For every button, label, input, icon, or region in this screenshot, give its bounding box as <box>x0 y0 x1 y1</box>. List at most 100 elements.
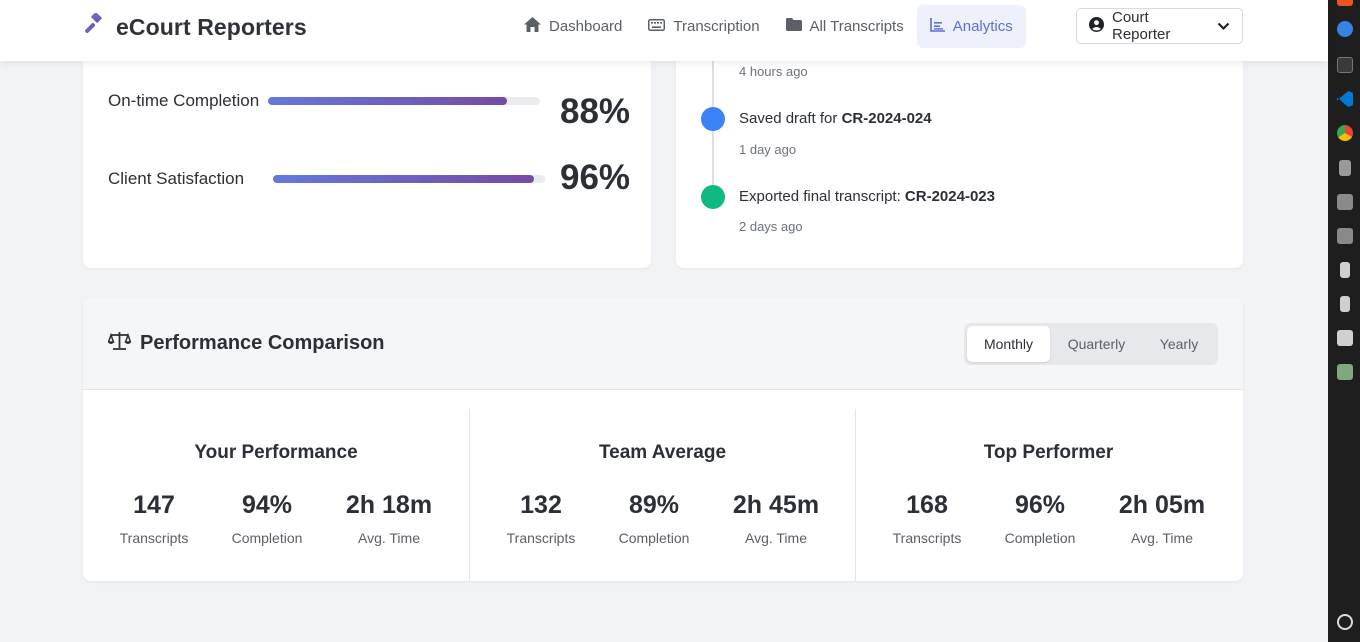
stat-completion: 96% Completion <box>1002 491 1078 546</box>
period-monthly-button[interactable]: Monthly <box>967 326 1050 362</box>
vscode-icon[interactable] <box>1337 91 1353 107</box>
stat-value: 2h 18m <box>345 491 433 519</box>
activity-text[interactable]: Exported final transcript: CR-2024-023 <box>739 188 995 205</box>
drive-icon[interactable] <box>1339 160 1351 176</box>
period-toggle: Monthly Quarterly Yearly <box>964 323 1218 365</box>
nav-transcription[interactable]: Transcription <box>635 5 772 48</box>
stat-label: Completion <box>618 530 690 546</box>
help-icon[interactable] <box>1337 21 1353 37</box>
activity-card: 4 hours ago Saved draft for CR-2024-024 … <box>676 40 1243 268</box>
stat-avg-time: 2h 18m Avg. Time <box>342 491 436 546</box>
stat-completion: 94% Completion <box>229 491 305 546</box>
nav-dashboard-label: Dashboard <box>549 18 623 35</box>
stat-label: Completion <box>231 530 303 546</box>
stat-label: Transcripts <box>506 530 576 546</box>
nav-transcription-label: Transcription <box>673 18 760 35</box>
activity-description: Exported final transcript: <box>739 188 905 205</box>
activity-ref: CR-2024-023 <box>904 188 995 205</box>
metrics-card: On-time Completion 88% Client Satisfacti… <box>83 40 651 268</box>
brand-name: eCourt Reporters <box>116 13 307 40</box>
stat-value: 132 <box>520 491 562 519</box>
stat-value: 168 <box>906 491 948 519</box>
nav-analytics[interactable]: Analytics <box>916 5 1026 48</box>
chrome-icon[interactable] <box>1337 125 1353 141</box>
stat-avg-time: 2h 45m Avg. Time <box>729 491 823 546</box>
stat-transcripts: 147 Transcripts <box>118 491 190 546</box>
trash-icon[interactable] <box>1337 364 1353 380</box>
column-title: Team Average <box>598 442 727 463</box>
performance-title-text: Performance Comparison <box>140 332 385 354</box>
home-icon <box>524 17 541 36</box>
stat-value: 2h 05m <box>1118 491 1206 519</box>
user-menu-label: Court Reporter <box>1112 9 1171 43</box>
metric-progress-bar <box>273 174 545 183</box>
system-dock <box>1328 0 1360 642</box>
chevron-down-icon <box>1217 18 1230 35</box>
column-title: Your Performance <box>194 442 358 463</box>
app-icon[interactable] <box>1337 0 1353 6</box>
disc-icon[interactable] <box>1337 194 1353 210</box>
stat-transcripts: 168 Transcripts <box>891 491 963 546</box>
stat-label: Transcripts <box>119 530 189 546</box>
performance-title: Performance Comparison <box>107 331 385 356</box>
nav-dashboard[interactable]: Dashboard <box>511 5 635 48</box>
folder-icon <box>785 18 802 35</box>
activity-ref: CR-2024-024 <box>841 110 932 127</box>
performance-comparison-card: Performance Comparison Monthly Quarterly… <box>83 298 1243 581</box>
metric-progress-fill <box>268 96 508 105</box>
activity-description: Saved draft for <box>739 110 842 127</box>
activity-time: 4 hours ago <box>739 64 808 79</box>
stat-value: 147 <box>133 491 175 519</box>
timeline-dot <box>701 185 725 209</box>
stat-transcripts: 132 Transcripts <box>505 491 577 546</box>
stat-label: Transcripts <box>892 530 962 546</box>
metric-label: On-time Completion <box>108 91 260 110</box>
nav-analytics-label: Analytics <box>952 18 1013 35</box>
gavel-icon <box>82 11 106 42</box>
top-navbar: eCourt Reporters Dashboard Transcription… <box>0 0 1328 61</box>
chart-line-icon <box>929 17 945 36</box>
performance-header: Performance Comparison Monthly Quarterly… <box>83 298 1243 390</box>
metric-row-satisfaction: Client Satisfaction <box>108 166 545 191</box>
stat-value: 96% <box>1014 491 1066 519</box>
timeline-dot <box>701 107 725 131</box>
column-title: Top Performer <box>983 442 1114 463</box>
metric-value: 88% <box>560 92 631 131</box>
stat-value: 94% <box>241 491 293 519</box>
activity-time: 2 days ago <box>739 219 803 234</box>
performance-column-you: Your Performance 147 Transcripts 94% Com… <box>83 409 469 581</box>
stat-label: Avg. Time <box>1131 530 1193 546</box>
metric-row-on-time: On-time Completion <box>108 88 540 113</box>
user-menu-button[interactable]: Court Reporter <box>1076 8 1243 44</box>
metric-progress-fill <box>273 174 535 183</box>
nav-all-transcripts[interactable]: All Transcripts <box>773 5 917 48</box>
device-icon[interactable] <box>1340 296 1350 312</box>
activity-time: 1 day ago <box>739 142 797 157</box>
stat-value: 2h 45m <box>732 491 820 519</box>
keyboard-icon <box>648 18 666 35</box>
camera-icon[interactable] <box>1337 330 1353 346</box>
stat-label: Avg. Time <box>745 530 807 546</box>
performance-column-top: Top Performer 168 Transcripts 96% Comple… <box>855 409 1241 581</box>
stat-avg-time: 2h 05m Avg. Time <box>1115 491 1209 546</box>
stat-value: 89% <box>628 491 680 519</box>
period-yearly-button[interactable]: Yearly <box>1143 326 1215 362</box>
activity-text[interactable]: Saved draft for CR-2024-024 <box>739 110 932 127</box>
disc-icon[interactable] <box>1337 228 1353 244</box>
stat-label: Completion <box>1004 530 1076 546</box>
stat-completion: 89% Completion <box>616 491 692 546</box>
stat-label: Avg. Time <box>358 530 420 546</box>
period-quarterly-button[interactable]: Quarterly <box>1050 326 1143 362</box>
balance-scale-icon <box>107 331 132 356</box>
brand[interactable]: eCourt Reporters <box>82 11 307 42</box>
performance-column-team: Team Average 132 Transcripts 89% Complet… <box>469 409 855 581</box>
metric-label: Client Satisfaction <box>108 169 245 188</box>
nav-all-transcripts-label: All Transcripts <box>809 18 904 35</box>
terminal-icon[interactable] <box>1337 57 1353 73</box>
settings-icon[interactable] <box>1337 614 1353 630</box>
device-icon[interactable] <box>1340 262 1350 278</box>
main-nav: Dashboard Transcription All Transcripts … <box>511 5 1026 48</box>
user-circle-icon <box>1089 16 1104 36</box>
metric-value: 96% <box>560 158 631 197</box>
metric-progress-bar <box>268 96 540 105</box>
